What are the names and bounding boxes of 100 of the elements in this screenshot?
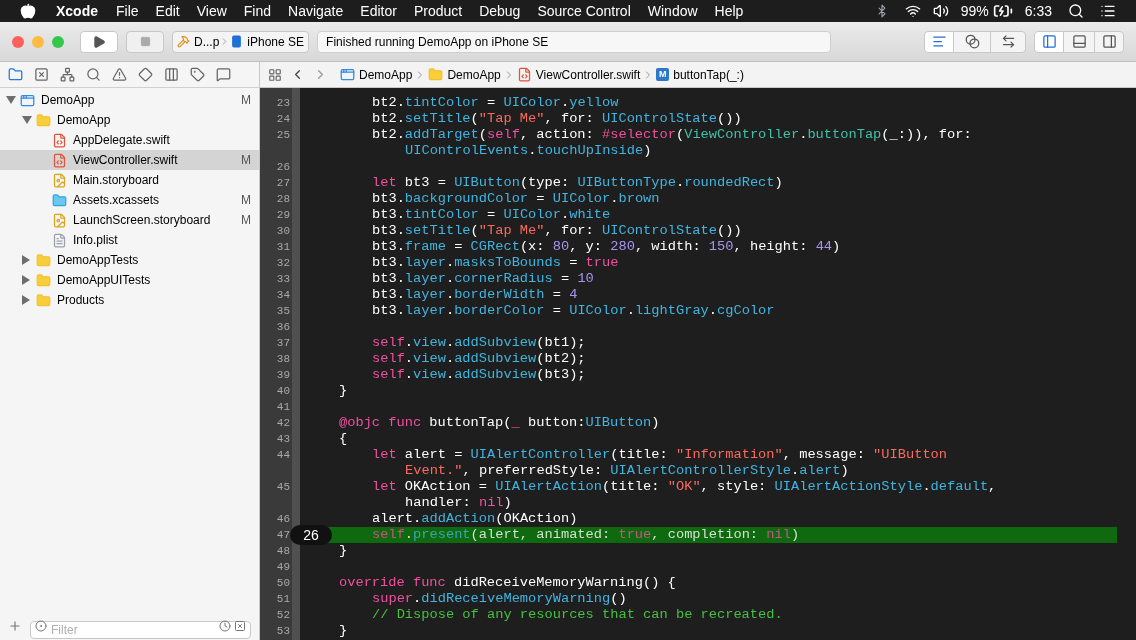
- code-line: bt2.tintColor = UIColor.yellow: [371, 95, 620, 111]
- menu-item[interactable]: Help: [714, 0, 744, 22]
- line-number: 26: [275, 159, 290, 175]
- line-number: 23: [275, 95, 290, 111]
- navigator-row[interactable]: DemoAppUITests: [0, 270, 259, 290]
- line-number: 48: [275, 543, 290, 559]
- navigator-tab-icon[interactable]: [34, 67, 49, 82]
- code-line: handler: nil): [404, 495, 513, 511]
- search-icon[interactable]: [1068, 3, 1084, 19]
- menu-item[interactable]: Find: [243, 0, 272, 22]
- menu-item[interactable]: Window: [647, 0, 698, 22]
- navigator-tab-icon[interactable]: [216, 67, 231, 82]
- recent-icon[interactable]: [219, 620, 231, 632]
- code-line: bt3.layer.masksToBounds = true: [371, 255, 620, 271]
- stop-icon: [139, 36, 151, 47]
- method-badge: M: [656, 68, 670, 81]
- left-panel-icon: [1041, 34, 1057, 49]
- file-name: LaunchScreen.storyboard: [73, 212, 212, 229]
- code-line: alert.addAction(OKAction): [371, 511, 579, 527]
- menu-item[interactable]: Navigate: [288, 0, 344, 22]
- line-number: 32: [275, 255, 290, 271]
- menu-item[interactable]: Debug: [479, 0, 521, 22]
- menu-item[interactable]: Product: [413, 0, 463, 22]
- navigator-row[interactable]: Products: [0, 290, 259, 310]
- file-name: Main.storyboard: [73, 172, 161, 189]
- related-items-icon[interactable]: [268, 67, 282, 82]
- file-name: DemoApp: [57, 112, 112, 129]
- navigator-row[interactable]: Assets.xcassets M: [0, 190, 259, 210]
- breadcrumb-item[interactable]: DemoApp: [447, 65, 501, 84]
- line-number: 46: [275, 511, 290, 527]
- app-target-icon: [177, 35, 190, 48]
- file-name: Products: [57, 292, 106, 309]
- version-editor-button[interactable]: [990, 30, 1026, 53]
- navigator-row[interactable]: LaunchScreen.storyboard M: [0, 210, 259, 230]
- scm-filter-icon[interactable]: [234, 620, 246, 632]
- code-line: bt3.layer.borderColor = UIColor.lightGray.cgColor: [371, 303, 776, 319]
- line-number: 37: [275, 335, 290, 351]
- navigator-tab-icon[interactable]: [86, 67, 101, 82]
- navigator-tab-icon[interactable]: [112, 67, 127, 82]
- menu-item[interactable]: Xcode: [56, 0, 98, 22]
- menu-item[interactable]: View: [196, 0, 227, 22]
- navigator-row[interactable]: ViewController.swift M: [0, 150, 259, 170]
- run-button[interactable]: [80, 30, 118, 53]
- file-name: AppDelegate.swift: [73, 132, 171, 149]
- line-number: 50: [275, 575, 290, 591]
- code-line: // Dispose of any resources that can be recreated.: [371, 607, 784, 623]
- code-line: bt2.setTitle("Tap Me", for: UIControlState()): [371, 111, 743, 127]
- line-number: 49: [275, 559, 290, 575]
- breadcrumb-item[interactable]: ViewController.swift: [535, 65, 641, 84]
- line-number: 41: [275, 399, 290, 415]
- menu-item[interactable]: Edit: [155, 0, 180, 22]
- breadcrumb-item[interactable]: DemoApp: [359, 65, 413, 84]
- navigator-tab-icon[interactable]: [190, 67, 205, 82]
- activity-status: Finished running DemoApp on iPhone SE: [326, 33, 549, 51]
- disclosure-triangle-icon[interactable]: [6, 96, 16, 104]
- menu-item[interactable]: Editor: [360, 0, 397, 22]
- status-label: M: [241, 152, 251, 169]
- code-line: Event.", preferredStyle: UIAlertControllerStyle.alert): [404, 463, 850, 479]
- standard-editor-button[interactable]: [924, 30, 954, 53]
- battery-percentage: 99%: [960, 1, 989, 21]
- file-name: DemoAppUITests: [57, 272, 152, 289]
- navigator-tab-icon[interactable]: [60, 67, 75, 82]
- code-line: bt3.layer.cornerRadius = 10: [371, 271, 595, 287]
- debug-area-toggle[interactable]: [1064, 30, 1094, 53]
- utilities-toggle[interactable]: [1094, 30, 1124, 53]
- folder-icon: [36, 112, 51, 128]
- apple-icon[interactable]: [20, 3, 36, 19]
- code-line: bt3.backgroundColor = UIColor.brown: [371, 191, 661, 207]
- notification-list-icon[interactable]: [1100, 3, 1116, 19]
- volume-icon[interactable]: [932, 3, 949, 19]
- line-number: 31: [275, 239, 290, 255]
- folder-icon: [428, 67, 444, 82]
- navigator-row[interactable]: DemoApp: [0, 110, 259, 130]
- menu-item[interactable]: Source Control: [537, 0, 631, 22]
- file-name: DemoAppTests: [57, 252, 140, 269]
- navigator-row[interactable]: AppDelegate.swift: [0, 130, 259, 150]
- code-line: self.view.addSubview(bt3);: [371, 367, 587, 383]
- navigator-row[interactable]: DemoAppTests: [0, 250, 259, 270]
- navigator-tab-icon[interactable]: [138, 67, 153, 82]
- navigator-tab-icon[interactable]: [164, 67, 179, 82]
- wifi-icon[interactable]: [904, 3, 921, 19]
- scheme-name: D...p: [194, 33, 220, 51]
- breadcrumb-item[interactable]: buttonTap(_:): [673, 65, 744, 84]
- scheme-selector[interactable]: D...p iPhone SE: [172, 30, 310, 53]
- filter-field[interactable]: Filter: [30, 621, 251, 639]
- swift-file-icon: [52, 132, 67, 148]
- status-label: M: [241, 192, 251, 209]
- navigator-row[interactable]: DemoApp M: [0, 90, 259, 110]
- assistant-editor-button[interactable]: [954, 30, 990, 53]
- menu-item[interactable]: File: [116, 0, 139, 22]
- folder-icon: [36, 292, 51, 308]
- line-number: 44: [275, 447, 290, 463]
- navigator-row[interactable]: Info.plist: [0, 230, 259, 250]
- code-line: let bt3 = UIButton(type: UIButtonType.roundedRect): [371, 175, 784, 191]
- navigator-tab-icon[interactable]: [8, 67, 23, 82]
- navigator-row[interactable]: Main.storyboard: [0, 170, 259, 190]
- navigator-toggle[interactable]: [1034, 30, 1064, 53]
- device-icon: [230, 35, 244, 48]
- arrows-icon: [1000, 34, 1016, 49]
- line-number: 25: [275, 127, 290, 143]
